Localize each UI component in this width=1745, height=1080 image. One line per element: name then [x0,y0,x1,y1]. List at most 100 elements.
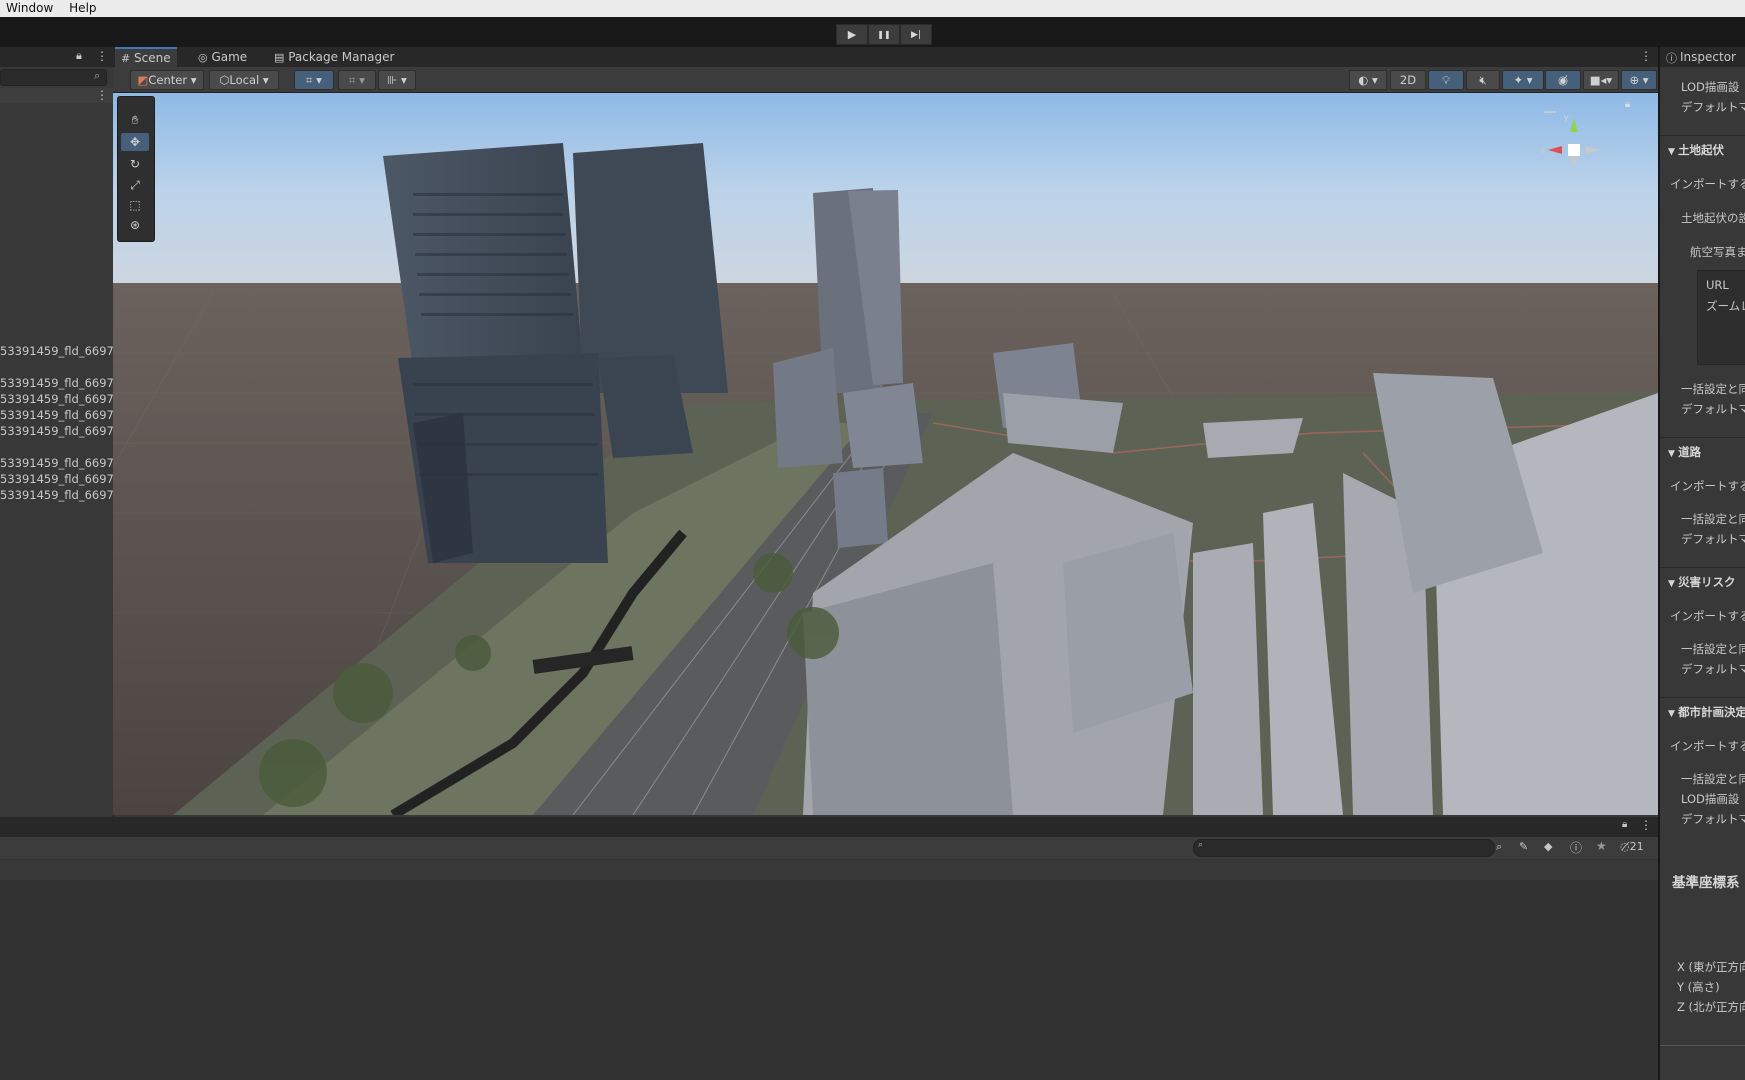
orientation-gizmo[interactable]: y x [1534,108,1614,188]
default-material-label: デフォルトマテ [1681,100,1745,114]
axis-gizmo-icon: y x [1540,111,1600,168]
hierarchy-item[interactable]: 53391459_fld_6697_ [0,408,113,422]
reference-coordinate-title: 基準座標系 [1672,875,1740,891]
console-tag-icon[interactable]: ◆ [1544,840,1552,853]
tab-game[interactable]: ◎ Game [192,47,253,67]
snap-icon: ⌗ ▾ [349,73,365,87]
increment-snap-button[interactable]: ⊪ ▾ [378,70,416,90]
tab-package-manager[interactable]: ▤ Package Manager [268,47,400,67]
hand-tool[interactable]: ✋︎ [121,111,149,129]
gizmo-lock-icon[interactable]: 🔒︎ [1625,99,1630,110]
step-button[interactable]: ▶| [900,24,932,45]
pivot-dropdown[interactable]: ◩Center ▾ [130,70,204,90]
console-clear-icon[interactable]: ✎ [1519,840,1528,853]
scene-menu-icon[interactable]: ⋮ [96,88,108,102]
more-menu-icon[interactable]: ⋮ [96,49,108,63]
hierarchy-item[interactable]: 53391459_fld_6697_ [0,376,113,390]
shading-icon: ◐ ▾ [1358,73,1378,87]
transform-icon: ⊛ [129,218,141,232]
terrain-section-title: 土地起伏 [1678,143,1725,157]
console-filter-icon[interactable]: ⌕ [1496,840,1502,854]
console-star-icon[interactable]: ★ [1596,839,1607,853]
hierarchy-scene-row[interactable]: ⋮ [0,88,113,103]
batch-setting-label: 一括設定と同 [1681,642,1745,656]
transform-tool[interactable]: ⊛ [121,216,149,234]
menu-window[interactable]: Window [0,0,59,16]
hierarchy-item[interactable]: 53391459_fld_6697_ [0,344,113,358]
console-search-input[interactable]: ⌕ [1193,839,1495,857]
road-import-toggle[interactable]: インポートする [1670,478,1745,494]
grid-snap-toggle[interactable]: ⌗ ▾ [294,70,334,90]
search-filter-icon[interactable]: ⌕ [94,69,100,83]
play-button[interactable]: ▶ [836,24,868,45]
space-dropdown[interactable]: ⬡Local ▾ [209,70,279,90]
draw-mode-dropdown[interactable]: ◐ ▾ [1349,70,1387,90]
console-warning-icon[interactable]: ⓘ [1570,839,1582,856]
lighting-toggle[interactable]: 💡︎ [1428,70,1464,90]
space-label: Local [229,73,260,87]
search-icon: ⌕ [1198,840,1204,850]
hierarchy-tab-bar: 🔒︎ ⋮ [0,47,113,67]
play-icon: ▶ [847,28,857,41]
coord-y-label: Y (高さ) [1677,980,1720,994]
console-log-area[interactable] [0,859,1658,1080]
snap-settings-button[interactable]: ⌗ ▾ [338,70,376,90]
move-icon: ✥ [129,135,141,149]
console-lock-icon[interactable]: 🔒︎ [1622,819,1627,830]
rect-tool[interactable]: ⬚ [121,196,149,214]
console-hidden-count[interactable]: ◌̸21 [1620,840,1644,853]
console-more-icon[interactable]: ⋮ [1640,818,1652,832]
console-log-row[interactable] [0,860,1658,880]
default-material-label: デフォルトマテ [1681,812,1745,826]
svg-text:x: x [1540,146,1545,155]
foldout-arrow-icon: ▼ [1668,147,1679,157]
visibility-toggle[interactable]: ◉̸ [1545,70,1581,90]
grid-icon: # [121,52,131,65]
camera-dropdown[interactable]: ■◂▾ [1583,70,1619,90]
urban-planning-section-header[interactable]: ▼ 都市計画決定 [1668,704,1745,720]
pause-button[interactable]: ❚❚ [868,24,900,45]
hierarchy-item[interactable]: 53391459_fld_6697_ [0,392,113,406]
scene-more-icon[interactable]: ⋮ [1640,49,1652,63]
disaster-import-toggle[interactable]: インポートする [1670,608,1745,624]
console-tab-bar: 🔒︎ ⋮ [0,817,1658,837]
lod-setting-label: LOD描画設 [1681,80,1740,94]
rotate-tool[interactable]: ↻ [121,155,149,173]
hierarchy-item[interactable]: 53391459_fld_6697_ [0,424,113,438]
menu-bar: Window Help [0,0,1745,17]
play-controls: ▶ ❚❚ ▶| [836,24,932,45]
road-section-title: 道路 [1678,445,1702,459]
terrain-section-header[interactable]: ▼ 土地起伏 [1668,142,1745,158]
hierarchy-item[interactable]: 53391459_fld_6697_ [0,472,113,486]
terrain-setting-label: 土地起伏の設 [1681,211,1745,225]
hierarchy-item[interactable]: 53391459_fld_6697_ [0,488,113,502]
inspector-tab[interactable]: Inspector [1680,50,1736,64]
toggle-2d-button[interactable]: 2D [1390,70,1426,90]
toggle-2d-label: 2D [1399,73,1417,87]
scene-viewport[interactable]: y x 🔒︎ [113,93,1658,815]
effects-toggle[interactable]: ✦ ▾ [1502,70,1544,90]
gizmos-dropdown[interactable]: ⊕ ▾ [1621,70,1657,90]
default-material-label: デフォルトマテ [1681,662,1745,676]
road-section-header[interactable]: ▼ 道路 [1668,444,1745,460]
batch-setting-label: 一括設定と同 [1681,772,1745,786]
move-tool[interactable]: ✥ [121,133,149,151]
disaster-section-header[interactable]: ▼ 災害リスク [1668,574,1745,590]
lod-setting-label: LOD描画設 [1681,792,1740,806]
audio-toggle[interactable]: 🔇︎ [1466,70,1500,90]
mute-icon: 🔇︎ [1479,73,1487,87]
effects-icon: ✦ ▾ [1513,73,1533,87]
hierarchy-item[interactable]: 53391459_fld_6697_ [0,456,113,470]
pivot-icon: ◩ [137,73,149,87]
foldout-arrow-icon: ▼ [1668,449,1679,459]
cube-icon: ⬡ [219,73,230,87]
scale-tool[interactable]: ⤢ [121,176,149,194]
tab-scene[interactable]: # Scene [115,47,177,69]
urban-import-toggle[interactable]: インポートする [1670,738,1745,754]
menu-help[interactable]: Help [63,0,102,16]
terrain-import-toggle[interactable]: インポートする [1670,176,1745,192]
aerial-photo-label: 航空写真ま [1690,245,1745,259]
scale-icon: ⤢ [130,178,140,192]
lock-icon[interactable]: 🔒︎ [76,49,82,63]
hierarchy-search-input[interactable] [0,69,107,86]
